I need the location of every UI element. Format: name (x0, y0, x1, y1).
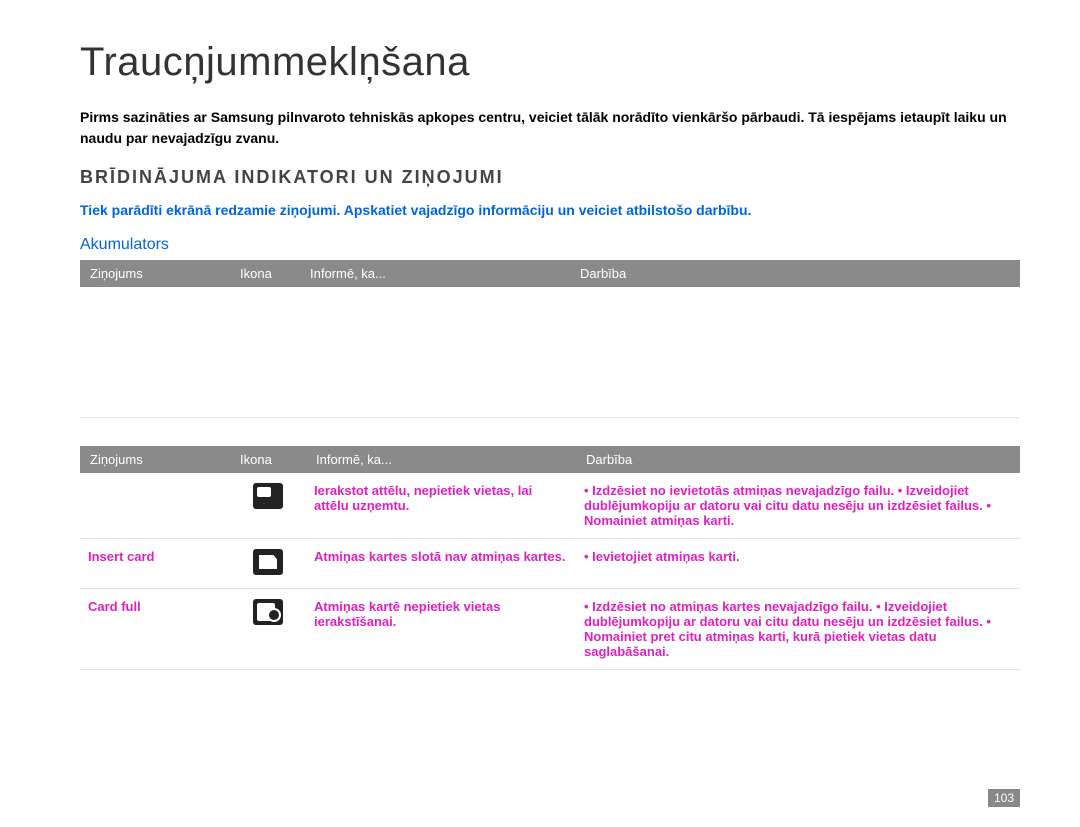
th-zinojums: Ziņojums (80, 260, 230, 287)
th-darbiba: Darbība (576, 446, 1020, 473)
page-title: Traucņjummeklņšana (80, 40, 1020, 85)
page-number: 103 (988, 789, 1020, 807)
cell-msg: Card full (80, 589, 230, 670)
section-heading: BRĪDINĀJUMA INDIKATORI UN ZIŅOJUMI (80, 167, 1020, 188)
cell-action: • Izdzēsiet no atmiņas kartes nevajadzīg… (576, 589, 1020, 670)
th-informe: Informē, ka... (300, 260, 570, 287)
th-zinojums: Ziņojums (80, 446, 230, 473)
intro-paragraph: Pirms sazināties ar Samsung pilnvaroto t… (80, 107, 1020, 149)
cell-msg: Insert card (80, 539, 230, 589)
cell-action: • Izdzēsiet no ievietotās atmiņas nevaja… (576, 473, 1020, 539)
cell-action: • Ievietojiet atmiņas karti. (576, 539, 1020, 589)
cell-info: Atmiņas kartes slotā nav atmiņas kartes. (306, 539, 576, 589)
cell-info: Atmiņas kartē nepietiek vietas ierakstīš… (306, 589, 576, 670)
table-storage: Ziņojums Ikona Informē, ka... Darbība Ie… (80, 446, 1020, 670)
table-row: Ierakstot attēlu, nepietiek vietas, lai … (80, 473, 1020, 539)
sd-card-icon (253, 483, 283, 509)
th-ikona: Ikona (230, 446, 306, 473)
section-note: Tiek parādīti ekrānā redzamie ziņojumi. … (80, 202, 1020, 218)
table-row: Insert card Atmiņas kartes slotā nav atm… (80, 539, 1020, 589)
table-row (80, 287, 1020, 418)
subsection-akumulators: Akumulators (80, 236, 1020, 254)
th-darbiba: Darbība (570, 260, 1020, 287)
card-full-icon (253, 599, 283, 625)
table-akumulators: Ziņojums Ikona Informē, ka... Darbība (80, 260, 1020, 418)
insert-card-icon (253, 549, 283, 575)
table-row: Card full Atmiņas kartē nepietiek vietas… (80, 589, 1020, 670)
th-ikona: Ikona (230, 260, 300, 287)
th-informe: Informē, ka... (306, 446, 576, 473)
cell-info: Ierakstot attēlu, nepietiek vietas, lai … (306, 473, 576, 539)
